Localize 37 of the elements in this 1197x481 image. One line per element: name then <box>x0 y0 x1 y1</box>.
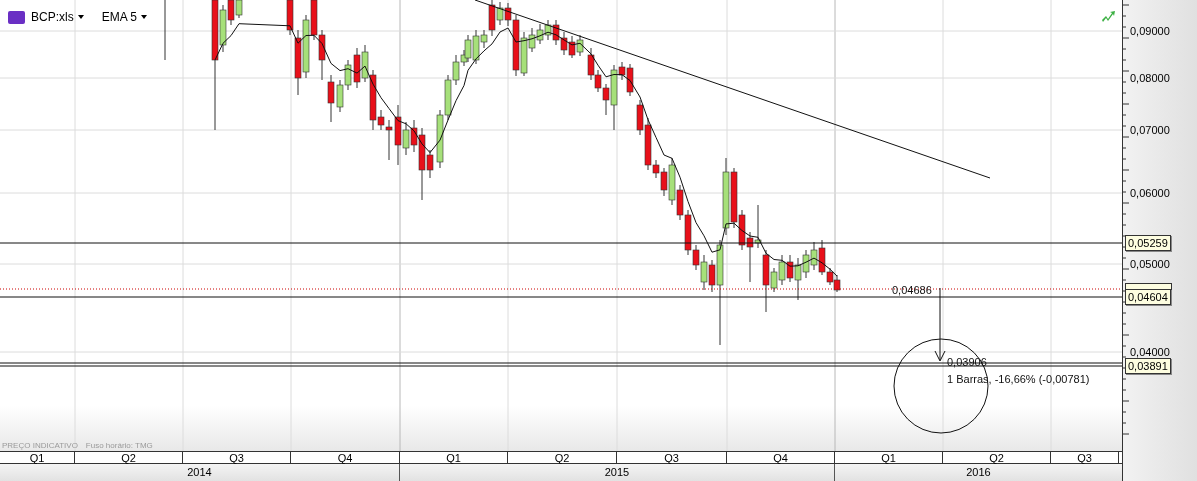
timezone-note: Fuso horário: TMG <box>85 440 153 452</box>
quarter-label: Q1 <box>0 452 75 463</box>
symbol-dropdown[interactable]: BCP:xls <box>31 8 84 26</box>
trend-arrow-icon <box>1102 11 1115 22</box>
quarter-label: Q4 <box>291 452 400 463</box>
price-axis-label: 0,05000 <box>1130 258 1170 270</box>
measure-arrow[interactable] <box>934 287 946 362</box>
quarter-label: Q1 <box>400 452 508 463</box>
price-tag: 0,03891 <box>1125 358 1171 374</box>
year-label: 2015 <box>400 464 835 481</box>
cfd-logo-icon <box>8 10 25 24</box>
year-label: 2014 <box>0 464 400 481</box>
caret-icon <box>141 15 148 19</box>
quarter-label: Q2 <box>75 452 183 463</box>
quarter-label: Q3 <box>617 452 727 463</box>
measure-label: 1 Barras, -16,66% (-0,00781) <box>947 373 1090 385</box>
price-tag: 0,04604 <box>1125 289 1171 305</box>
price-axis-label: 0,07000 <box>1130 124 1170 136</box>
price-axis-label: 0,06000 <box>1130 187 1170 199</box>
price-axis-label: 0,04000 <box>1130 346 1170 358</box>
quarter-label: Q4 <box>727 452 835 463</box>
start-value-label: 0,04686 <box>892 284 932 296</box>
trend-line[interactable] <box>474 0 991 179</box>
indicator-dropdown[interactable]: EMA 5 <box>101 8 148 26</box>
year-label: 2016 <box>965 465 992 480</box>
circle-annotation[interactable] <box>893 338 989 434</box>
price-axis-label: 0,08000 <box>1130 72 1170 84</box>
price-tag: 0,05259 <box>1125 235 1171 251</box>
quarter-label: Q2 <box>943 452 1051 463</box>
caret-icon <box>77 15 84 19</box>
price-note: PREÇO INDICATIVO <box>2 440 78 452</box>
price-axis-label: 0,09000 <box>1130 25 1170 37</box>
horizontal-line[interactable] <box>0 242 1122 244</box>
quarter-label: Q3 <box>183 452 291 463</box>
quarter-label: Q3 <box>1051 452 1119 463</box>
quarter-label: Q1 <box>835 452 943 463</box>
quarter-label: Q2 <box>508 452 617 463</box>
